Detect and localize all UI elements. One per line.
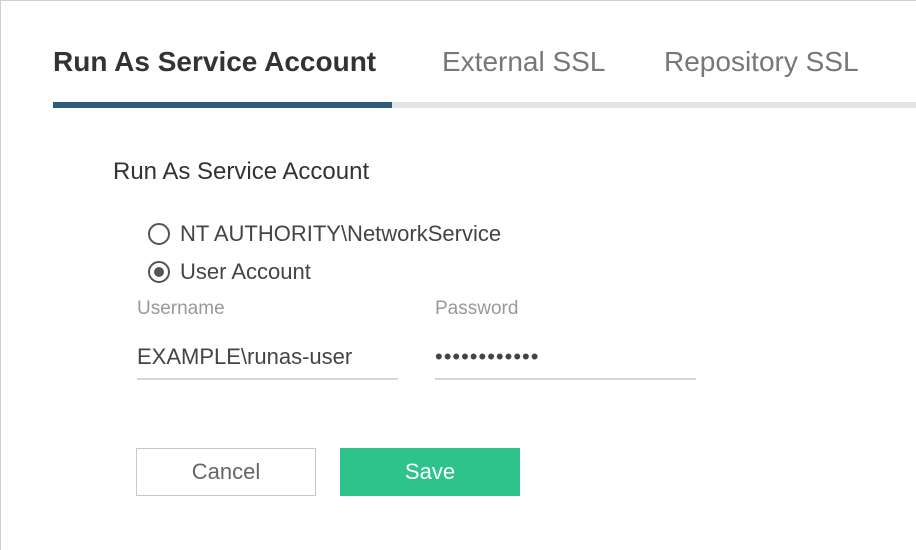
cancel-button[interactable]: Cancel <box>136 448 316 496</box>
radio-option-network-service[interactable]: NT AUTHORITY\NetworkService <box>148 220 501 248</box>
radio-label-network-service: NT AUTHORITY\NetworkService <box>180 221 502 246</box>
tab-bar: Run As Service Account External SSL Repo… <box>53 1 916 109</box>
password-label: Password <box>435 298 519 319</box>
radio-button-checked[interactable] <box>148 261 170 283</box>
password-input[interactable] <box>435 336 696 380</box>
tab-repository-ssl[interactable]: Repository SSL <box>664 45 859 79</box>
active-tab-indicator <box>53 102 392 108</box>
radio-button-unchecked[interactable] <box>148 223 170 245</box>
radio-option-user-account[interactable]: User Account <box>148 258 311 286</box>
username-input[interactable] <box>137 336 398 380</box>
tab-external-ssl[interactable]: External SSL <box>442 45 605 79</box>
settings-panel: Run As Service Account External SSL Repo… <box>0 0 916 550</box>
radio-label-user-account: User Account <box>180 259 311 284</box>
username-label: Username <box>137 298 225 319</box>
tab-run-as-service-account[interactable]: Run As Service Account <box>53 45 376 79</box>
section-title: Run As Service Account <box>113 158 370 185</box>
save-button[interactable]: Save <box>340 448 520 496</box>
